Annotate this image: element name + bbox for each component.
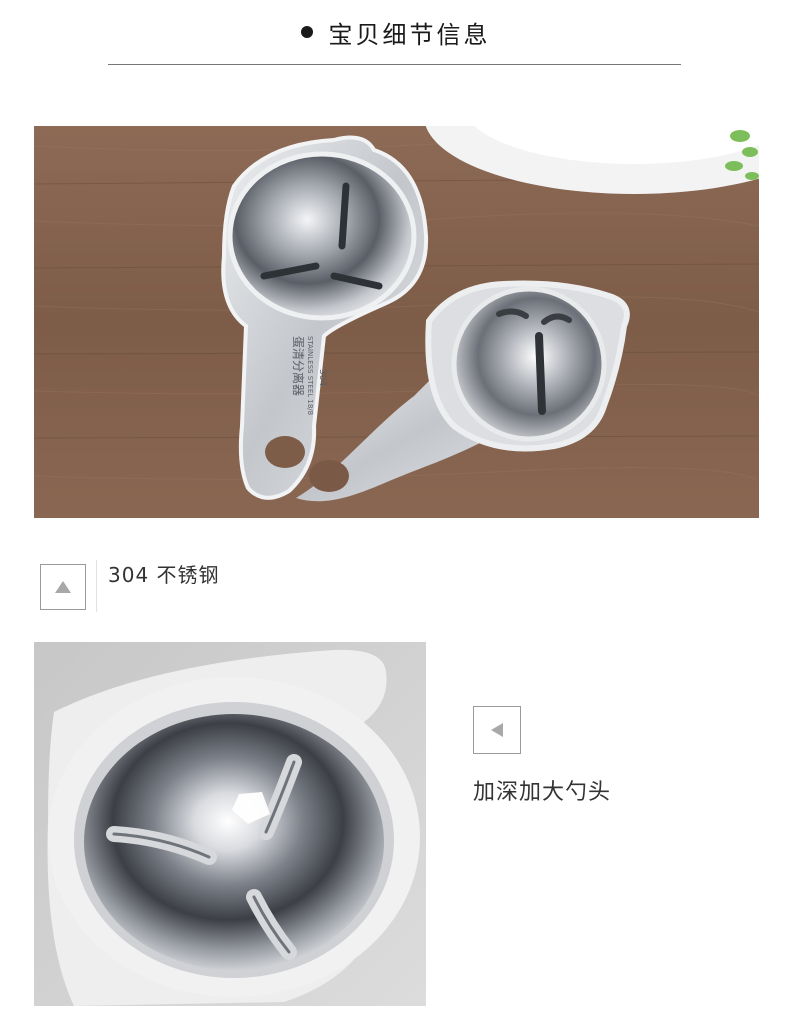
bullet-dot-icon	[300, 26, 313, 38]
product-photo-closeup	[34, 642, 426, 1006]
header-divider	[108, 64, 681, 65]
engraving-text: 蛋清分离器	[291, 336, 306, 396]
caption-marker-box	[40, 564, 86, 610]
engraving-text: STAINLESS STEEL 18/8	[306, 336, 314, 415]
caption-material: 304 不锈钢	[108, 563, 220, 587]
engraving-text: 304	[317, 369, 327, 386]
caption-spoon-head: 加深加大勺头	[473, 780, 612, 805]
triangle-up-icon	[55, 581, 71, 593]
caption-marker-box	[473, 706, 521, 754]
section-header: 宝贝细节信息	[0, 14, 791, 50]
triangle-left-icon	[491, 723, 503, 737]
caption-divider	[96, 560, 97, 612]
section-title: 宝贝细节信息	[328, 20, 491, 49]
product-photo-top: 蛋清分离器 STAINLESS STEEL 18/8 304	[34, 126, 759, 518]
